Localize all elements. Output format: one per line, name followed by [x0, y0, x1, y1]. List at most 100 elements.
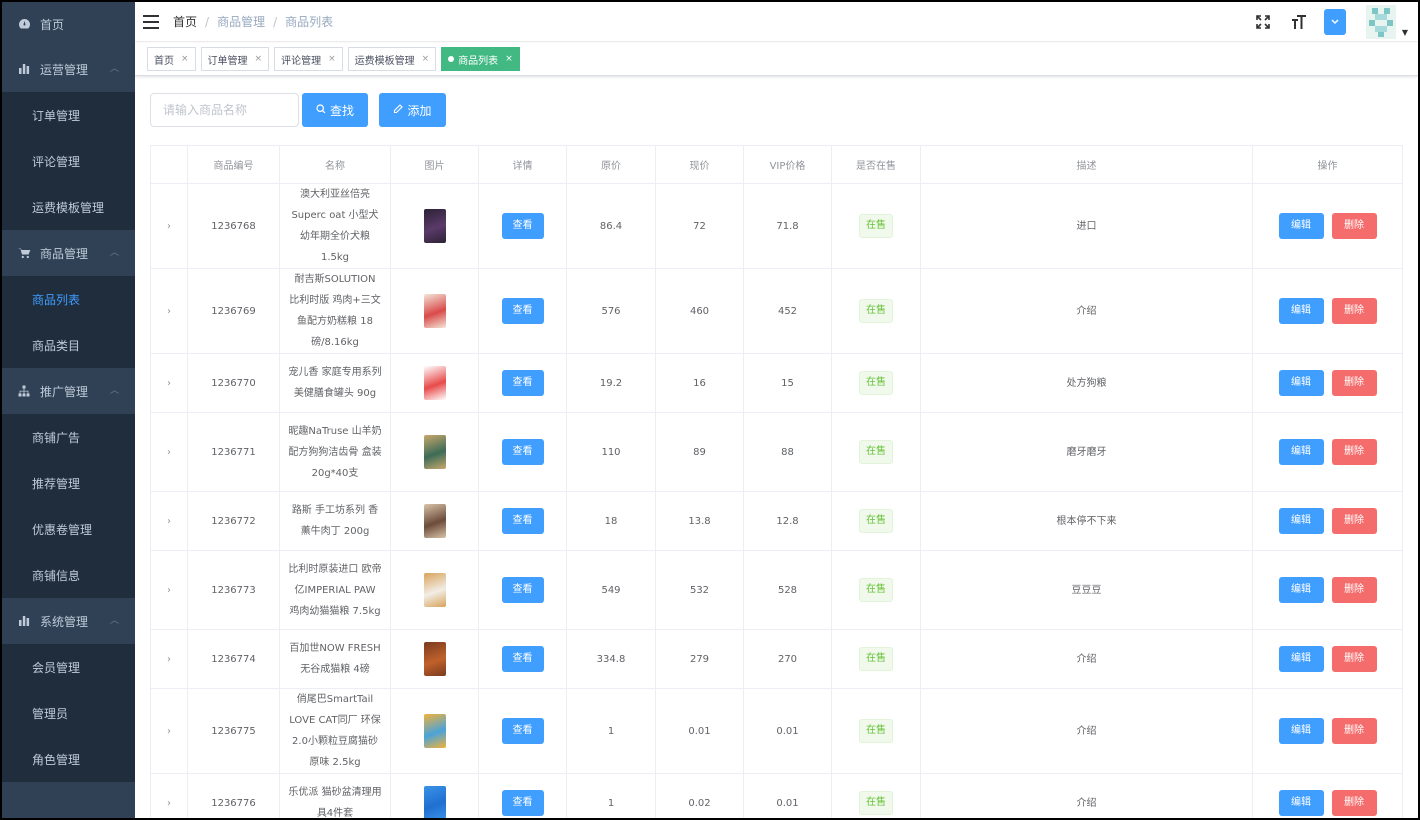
language-select[interactable]: [1323, 9, 1346, 35]
edit-button[interactable]: 编辑: [1278, 439, 1324, 465]
goods-id: 1236775: [187, 688, 280, 774]
goods-name: 比利时原装进口 欧帝亿IMPERIAL PAW 鸡肉幼猫猫粮 7.5kg: [288, 563, 382, 617]
sidebar-group-3[interactable]: 系统管理 ︿: [2, 598, 135, 644]
sidebar-item[interactable]: 角色管理: [2, 736, 135, 782]
chevron-right-icon[interactable]: ›: [167, 221, 171, 232]
edit-button[interactable]: 编辑: [1278, 508, 1324, 534]
close-icon[interactable]: ×: [505, 54, 513, 64]
delete-button[interactable]: 删除: [1331, 790, 1377, 816]
sidebar-item[interactable]: 运费模板管理: [2, 184, 135, 230]
original-price: 110: [566, 412, 656, 492]
tag-item[interactable]: 订单管理 ×: [200, 47, 270, 71]
delete-button[interactable]: 删除: [1331, 213, 1377, 239]
detail-cell: 查看: [478, 550, 567, 630]
sidebar-group-1[interactable]: 商品管理 ︿: [2, 230, 135, 276]
delete-button[interactable]: 删除: [1331, 508, 1377, 534]
goods-image-cell: [390, 491, 479, 551]
sidebar-item[interactable]: 会员管理: [2, 644, 135, 690]
sidebar-item-label: 角色管理: [32, 752, 81, 767]
tag-item[interactable]: 评论管理 ×: [274, 47, 343, 71]
sidebar-item[interactable]: 管理员: [2, 690, 135, 736]
table-row: › 1236776 乐优派 猫砂盆清理用具4件套 查看 1 0.02 0.01 在售 介绍 编辑删…: [150, 773, 1403, 818]
search-button[interactable]: 查找: [302, 93, 368, 127]
table-body: › 1236768 澳大利亚丝倍亮Superc oat 小型犬幼年期全价犬粮 1.5…: [150, 183, 1403, 818]
edit-button[interactable]: 编辑: [1278, 718, 1324, 744]
original-price: 334.8: [566, 629, 656, 689]
goods-id: 1236774: [187, 629, 280, 689]
close-icon[interactable]: ×: [181, 54, 189, 64]
avatar[interactable]: [1365, 5, 1396, 39]
goods-name-cell: 路斯 手工坊系列 香薰牛肉丁 200g: [279, 491, 391, 551]
add-button-label: 添加: [407, 103, 432, 118]
font-size-icon[interactable]: [1288, 11, 1310, 33]
sidebar-item[interactable]: 优惠卷管理: [2, 506, 135, 552]
tag-label: 商品列表: [458, 55, 499, 67]
column-header: 详情: [478, 145, 567, 184]
goods-name: 俏尾巴SmartTail LOVE CAT同厂 环保2.0小颗粒豆腐猫砂 原味 …: [289, 694, 381, 768]
view-button[interactable]: 查看: [501, 790, 544, 816]
caret-down-icon[interactable]: ▼: [1402, 28, 1408, 37]
view-button[interactable]: 查看: [501, 213, 544, 239]
chevron-right-icon[interactable]: ›: [167, 447, 171, 458]
sidebar-group-0[interactable]: 运营管理 ︿: [2, 46, 135, 92]
expand-cell: ›: [150, 268, 188, 354]
tag-label: 首页: [154, 55, 174, 67]
sidebar-group-2[interactable]: 推广管理 ︿: [2, 368, 135, 414]
sidebar-item[interactable]: 订单管理: [2, 92, 135, 138]
chevron-right-icon[interactable]: ›: [167, 726, 171, 737]
close-icon[interactable]: ×: [422, 54, 430, 64]
edit-button[interactable]: 编辑: [1278, 577, 1324, 603]
breadcrumb-item-home[interactable]: 首页: [173, 13, 197, 30]
edit-button[interactable]: 编辑: [1278, 213, 1324, 239]
chevron-right-icon[interactable]: ›: [167, 654, 171, 665]
close-icon[interactable]: ×: [255, 54, 263, 64]
tag-item[interactable]: 运费模板管理 ×: [347, 47, 437, 71]
edit-button[interactable]: 编辑: [1278, 298, 1324, 324]
edit-button[interactable]: 编辑: [1278, 370, 1324, 396]
sidebar-item[interactable]: 商铺广告: [2, 414, 135, 460]
operation-cell: 编辑 删除: [1252, 412, 1403, 492]
view-button[interactable]: 查看: [501, 577, 544, 603]
fullscreen-icon[interactable]: [1252, 11, 1274, 33]
sidebar-item[interactable]: 商品列表: [2, 276, 135, 322]
chevron-right-icon[interactable]: ›: [167, 585, 171, 596]
tag-item[interactable]: 首页 ×: [147, 47, 196, 71]
operation-cell: 编辑 删除: [1252, 550, 1403, 630]
view-button[interactable]: 查看: [501, 370, 544, 396]
delete-button[interactable]: 删除: [1331, 370, 1377, 396]
delete-button[interactable]: 删除: [1331, 718, 1377, 744]
sidebar-item[interactable]: 推荐管理: [2, 460, 135, 506]
view-button[interactable]: 查看: [501, 718, 544, 744]
sidebar-item[interactable]: 商品类目: [2, 322, 135, 368]
table-header-row: 商品编号 名称 图片 详情 原价 现价 VIP价格 是否在售 描述 操作: [150, 145, 1403, 184]
delete-button[interactable]: 删除: [1331, 646, 1377, 672]
chevron-right-icon[interactable]: ›: [167, 378, 171, 389]
hamburger-icon[interactable]: [143, 14, 159, 29]
chevron-right-icon[interactable]: ›: [167, 306, 171, 317]
goods-name: 路斯 手工坊系列 香薰牛肉丁 200g: [291, 505, 379, 537]
add-button[interactable]: 添加: [379, 93, 446, 127]
description: 介绍: [920, 773, 1253, 818]
view-button[interactable]: 查看: [501, 646, 544, 672]
goods-name-cell: 比利时原装进口 欧帝亿IMPERIAL PAW 鸡肉幼猫猫粮 7.5kg: [279, 550, 391, 630]
sidebar-item-home[interactable]: 首页: [2, 2, 135, 46]
delete-button[interactable]: 删除: [1331, 298, 1377, 324]
original-price: 1: [566, 773, 656, 818]
view-button[interactable]: 查看: [501, 508, 544, 534]
view-button[interactable]: 查看: [501, 439, 544, 465]
close-icon[interactable]: ×: [328, 54, 336, 64]
edit-button[interactable]: 编辑: [1278, 646, 1324, 672]
sidebar-item[interactable]: 评论管理: [2, 138, 135, 184]
sidebar-submenu: 会员管理 管理员角色管理: [2, 644, 135, 782]
delete-button[interactable]: 删除: [1331, 439, 1377, 465]
sidebar-item[interactable]: 商铺信息: [2, 552, 135, 598]
chevron-right-icon[interactable]: ›: [167, 516, 171, 527]
sidebar-item-label: 推荐管理: [32, 476, 81, 491]
goods-name-cell: 百加世NOW FRESH 无谷成猫粮 4磅: [279, 629, 391, 689]
view-button[interactable]: 查看: [501, 298, 544, 324]
delete-button[interactable]: 删除: [1331, 577, 1377, 603]
tag-item[interactable]: 商品列表 ×: [441, 47, 520, 71]
chevron-right-icon[interactable]: ›: [167, 798, 171, 809]
edit-button[interactable]: 编辑: [1278, 790, 1324, 816]
search-input[interactable]: [150, 93, 299, 127]
